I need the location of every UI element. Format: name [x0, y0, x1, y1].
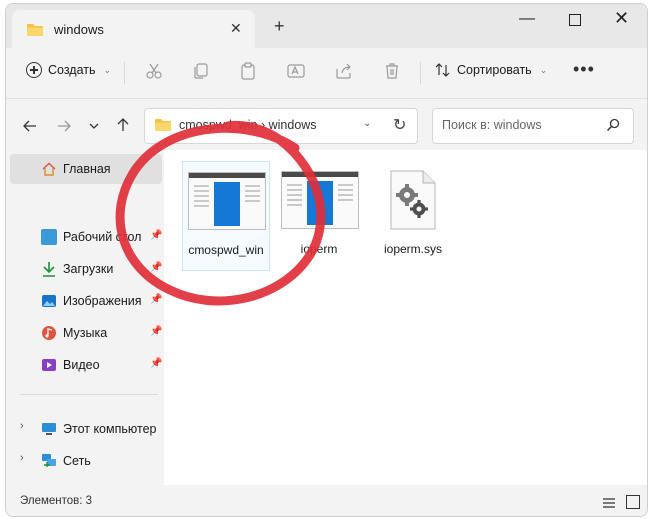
file-item-cmospwd-win[interactable]: cmospwd_win — [182, 161, 270, 271]
delete-icon[interactable] — [382, 61, 402, 81]
sidebar-divider — [20, 394, 158, 395]
details-view-icon[interactable] — [602, 497, 616, 509]
chevron-down-icon: ⌄ — [539, 64, 548, 75]
file-name: ioperm — [300, 242, 338, 256]
search-icon — [606, 118, 620, 132]
close-window-icon[interactable]: ✕ — [614, 8, 629, 29]
chevron-down-icon: ⌄ — [103, 64, 112, 75]
address-path[interactable]: cmospwd_win › windows — [179, 118, 317, 132]
toolbar-divider — [124, 62, 125, 84]
file-name: ioperm.sys — [383, 242, 442, 256]
forward-arrow-icon[interactable] — [56, 118, 72, 134]
share-icon[interactable] — [334, 61, 354, 81]
recent-chevron-icon[interactable] — [88, 120, 100, 132]
folder-icon — [27, 24, 43, 36]
sidebar-item-label: Этот компьютер — [63, 422, 157, 436]
rename-icon[interactable] — [286, 61, 306, 81]
navigation-pane: Главная Рабочий стол 📌 Загрузки 📌 Изобра… — [6, 150, 164, 485]
sidebar-item-label: Главная — [63, 162, 111, 176]
close-tab-icon[interactable]: ✕ — [230, 20, 242, 37]
sidebar-item-this-pc[interactable]: › Этот компьютер — [10, 414, 162, 444]
back-arrow-icon[interactable] — [22, 118, 38, 134]
chevron-down-icon[interactable]: ⌄ — [363, 118, 371, 129]
search-box[interactable]: Поиск в: windows — [432, 108, 634, 144]
tiles-view-icon[interactable] — [626, 495, 640, 509]
application-icon — [281, 171, 359, 229]
file-item-ioperm-sys[interactable]: ioperm.sys — [370, 161, 456, 269]
pin-icon[interactable]: 📌 — [150, 358, 162, 369]
sidebar-item-label: Музыка — [63, 326, 108, 340]
sidebar-item-desktop[interactable]: Рабочий стол 📌 — [10, 222, 162, 252]
computer-icon — [42, 423, 56, 435]
file-list: cmospwd_win ioperm ioperm.sys — [164, 150, 647, 485]
file-item-ioperm[interactable]: ioperm — [276, 161, 362, 269]
sidebar-item-videos[interactable]: Видео 📌 — [10, 350, 162, 380]
sidebar-item-label: Загрузки — [63, 262, 114, 276]
sidebar-item-home[interactable]: Главная — [10, 154, 162, 184]
pin-icon[interactable]: 📌 — [150, 262, 162, 273]
new-tab-button[interactable]: + — [274, 16, 285, 37]
chevron-right-icon[interactable]: › — [20, 452, 24, 464]
sort-button[interactable]: Сортировать ⌄ — [435, 62, 547, 78]
sort-icon — [435, 63, 450, 77]
item-count: Элементов: 3 — [20, 495, 93, 507]
file-name: cmospwd_win — [188, 243, 264, 257]
sidebar-item-downloads[interactable]: Загрузки 📌 — [10, 254, 162, 284]
desktop-icon — [41, 229, 57, 245]
home-icon — [42, 162, 56, 176]
minimize-icon[interactable]: — — [519, 10, 535, 28]
status-bar: Элементов: 3 — [6, 485, 647, 516]
explorer-window: windows ✕ + — ✕ Создать ⌄ Сортировать ⌄ … — [5, 3, 648, 517]
more-options-icon[interactable]: ••• — [573, 59, 595, 80]
pin-icon[interactable]: 📌 — [150, 294, 162, 305]
network-icon — [42, 454, 56, 467]
sidebar-item-music[interactable]: Музыка 📌 — [10, 318, 162, 348]
search-input[interactable]: Поиск в: windows — [442, 118, 542, 132]
title-bar: windows ✕ + — ✕ — [6, 4, 647, 48]
copy-icon[interactable] — [191, 61, 211, 81]
create-label: Создать — [48, 63, 96, 77]
sidebar-item-network[interactable]: › Сеть — [10, 446, 162, 476]
create-button[interactable]: Создать ⌄ — [26, 62, 111, 78]
plus-circle-icon — [26, 62, 42, 78]
maximize-icon[interactable] — [569, 14, 581, 26]
chevron-right-icon[interactable]: › — [20, 420, 24, 432]
up-arrow-icon[interactable] — [115, 117, 131, 133]
pin-icon[interactable]: 📌 — [150, 230, 162, 241]
address-bar[interactable]: cmospwd_win › windows ⌄ ↻ — [144, 108, 418, 144]
sidebar-item-label: Изображения — [63, 294, 142, 308]
music-icon — [42, 326, 56, 340]
folder-icon — [155, 119, 171, 131]
sidebar-item-pictures[interactable]: Изображения 📌 — [10, 286, 162, 316]
application-icon — [188, 172, 266, 230]
pictures-icon — [42, 295, 56, 307]
sidebar-item-label: Рабочий стол — [63, 230, 142, 244]
system-file-icon — [390, 170, 436, 230]
downloads-icon — [43, 262, 55, 277]
pin-icon[interactable]: 📌 — [150, 326, 162, 337]
sort-label: Сортировать — [457, 63, 532, 77]
videos-icon — [42, 359, 56, 371]
tab-title: windows — [54, 22, 104, 37]
toolbar-divider — [420, 62, 421, 84]
command-bar: Создать ⌄ Сортировать ⌄ ••• — [6, 48, 647, 99]
refresh-icon[interactable]: ↻ — [393, 115, 406, 135]
paste-icon[interactable] — [238, 61, 258, 81]
sidebar-item-label: Сеть — [63, 454, 91, 468]
tab-windows[interactable]: windows ✕ — [12, 10, 255, 48]
cut-icon[interactable] — [144, 61, 164, 81]
sidebar-item-label: Видео — [63, 358, 100, 372]
